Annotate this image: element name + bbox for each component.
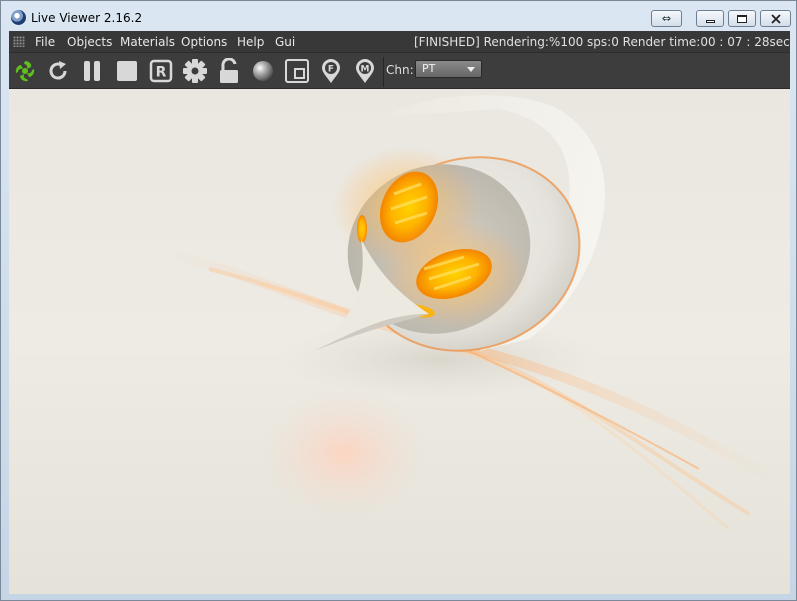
minimize-button[interactable] (696, 10, 724, 27)
menu-objects[interactable]: Objects (67, 35, 112, 49)
material-marker-icon: M (356, 59, 374, 83)
region-letter: R (156, 65, 167, 81)
region-render-button[interactable]: R (147, 57, 175, 85)
maximize-icon (737, 14, 747, 23)
focus-marker-letter: F (328, 65, 334, 75)
live-viewer-window: Live Viewer 2.16.2 ⇔ File Objects Materi… (0, 0, 797, 601)
channel-label: Chn: (386, 63, 414, 77)
maximize-button[interactable] (728, 10, 756, 27)
octane-logo-icon (15, 61, 35, 82)
menu-gui[interactable]: Gui (275, 35, 295, 49)
window-title: Live Viewer 2.16.2 (31, 11, 143, 25)
focus-marker-icon: F (322, 59, 340, 83)
material-marker-button[interactable]: M (351, 57, 379, 85)
restart-render-button[interactable] (44, 57, 72, 85)
close-button[interactable] (760, 10, 791, 27)
channel-select-value: PT (422, 62, 436, 75)
pause-render-button[interactable] (78, 57, 106, 85)
refresh-icon (49, 61, 67, 80)
material-preview-button[interactable] (249, 57, 277, 85)
focus-marker-button[interactable]: F (317, 57, 345, 85)
pause-icon (84, 61, 100, 81)
render-status-text: [FINISHED] Rendering:%100 sps:0 Render t… (414, 35, 790, 49)
menu-bar: File Objects Materials Options Help Gui … (9, 31, 790, 52)
title-bar[interactable]: Live Viewer 2.16.2 ⇔ (1, 1, 796, 31)
focus-pick-button[interactable] (283, 57, 311, 85)
menu-options[interactable]: Options (181, 35, 227, 49)
swap-arrows-icon: ⇔ (661, 12, 672, 25)
dock-toggle-button[interactable]: ⇔ (651, 10, 682, 27)
render-image (9, 89, 790, 594)
toolbar: R F M Chn: PT (9, 52, 790, 89)
focus-pick-icon (285, 59, 309, 83)
app-logo-icon (11, 10, 26, 25)
octane-logo-button[interactable] (11, 57, 39, 85)
toolbar-separator (383, 57, 384, 87)
drag-grip-icon[interactable] (13, 36, 25, 47)
menu-file[interactable]: File (35, 35, 55, 49)
render-viewport[interactable] (9, 89, 790, 594)
material-sphere-icon (253, 61, 273, 81)
stop-render-button[interactable] (113, 57, 141, 85)
close-icon (770, 13, 781, 24)
menu-help[interactable]: Help (237, 35, 264, 49)
stop-icon (117, 61, 137, 81)
channel-select[interactable]: PT (415, 60, 482, 78)
region-render-icon: R (149, 59, 173, 83)
chevron-down-icon (467, 67, 475, 72)
lock-button[interactable] (215, 57, 243, 85)
viewer-client-area: File Objects Materials Options Help Gui … (9, 31, 790, 594)
settings-gear-icon (183, 59, 207, 83)
settings-button[interactable] (181, 57, 209, 85)
lock-icon (220, 58, 238, 83)
menu-materials[interactable]: Materials (120, 35, 175, 49)
material-marker-letter: M (361, 65, 370, 75)
minimize-icon (705, 19, 715, 23)
